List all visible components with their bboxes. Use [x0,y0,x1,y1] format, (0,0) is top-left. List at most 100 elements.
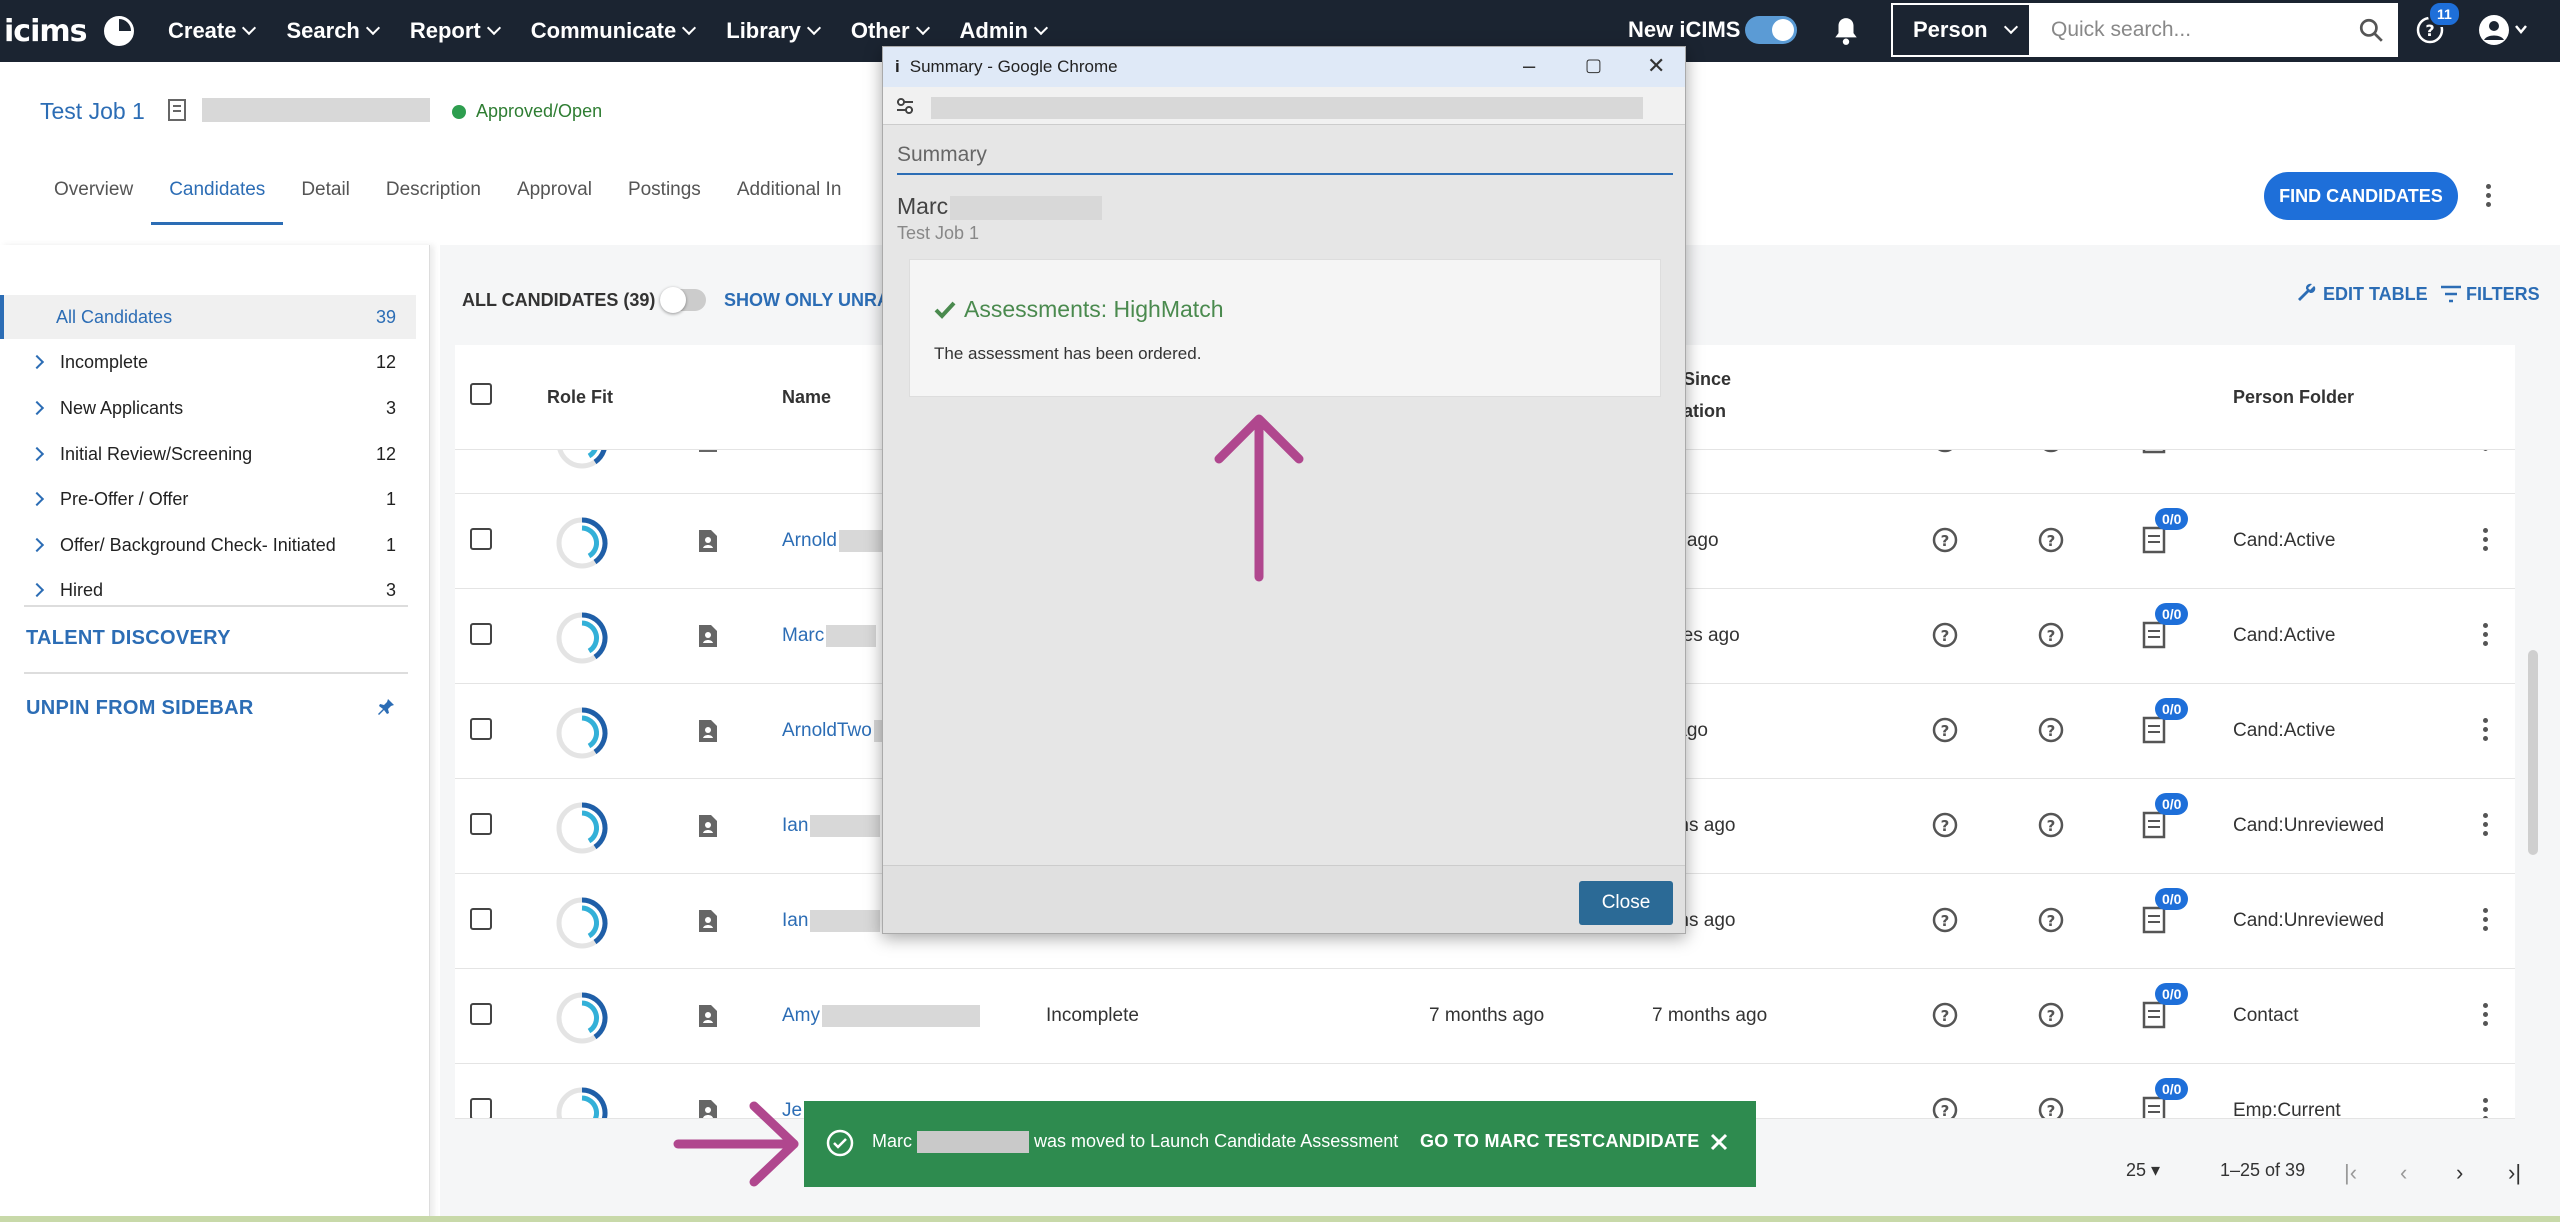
nav-communicate[interactable]: Communicate [531,18,697,44]
sidebar-item-new-applicants[interactable]: New Applicants 3 [0,386,416,430]
row-more-menu-icon[interactable] [2483,1003,2488,1026]
help-circle-icon[interactable]: ? [2037,526,2067,562]
sidebar-item-pre-offer[interactable]: Pre-Offer / Offer 1 [0,477,416,521]
help-circle-icon[interactable]: ? [2037,716,2067,752]
show-only-unread-toggle[interactable] [660,287,706,313]
popup-close-button[interactable]: Close [1579,881,1673,925]
row-checkbox[interactable] [470,813,492,835]
resume-icon[interactable] [697,450,719,454]
quick-search-input[interactable]: Quick search... [2031,3,2398,57]
wrench-icon[interactable] [2294,280,2318,304]
sidebar-item-offer-background[interactable]: Offer/ Background Check- Initiated 1 [0,523,416,567]
row-checkbox[interactable] [470,1003,492,1025]
row-checkbox[interactable] [470,908,492,930]
tab-overview[interactable]: Overview [36,165,151,225]
candidate-name-link[interactable]: Ian [782,910,881,932]
user-avatar-icon[interactable] [2478,14,2528,46]
tab-description[interactable]: Description [368,165,499,225]
screening-question-icon[interactable]: ? [1931,1096,1961,1118]
resume-icon[interactable] [697,623,719,649]
popup-titlebar[interactable]: i Summary - Google Chrome – ▢ ✕ [883,47,1685,87]
unpin-sidebar-link[interactable]: UNPIN FROM SIDEBAR [26,697,254,720]
column-role-fit[interactable]: Role Fit [547,387,613,408]
resume-icon[interactable] [697,1003,719,1029]
show-only-unread-label[interactable]: SHOW ONLY UNRA [724,290,890,311]
go-to-candidate-link[interactable]: GO TO MARC TESTCANDIDATE [1420,1131,1700,1152]
screening-question-icon[interactable]: ? [1931,1001,1961,1037]
row-checkbox[interactable] [470,528,492,550]
resume-icon[interactable] [697,718,719,744]
icims-logo[interactable]: icims [0,14,104,49]
column-person-folder[interactable]: Person Folder [2233,387,2354,408]
row-checkbox[interactable] [470,623,492,645]
screening-question-icon[interactable]: ? [1931,526,1961,562]
evaluation-list-icon[interactable] [2141,450,2167,454]
candidate-name-link[interactable]: Amy [782,1005,980,1027]
help-circle-icon[interactable]: ? [2037,1001,2067,1037]
screening-question-icon[interactable]: ? [1931,716,1961,752]
nav-report[interactable]: Report [410,18,501,44]
table-row[interactable]: Amy Incomplete 7 months ago 7 months ago… [455,969,2515,1064]
screening-question-icon[interactable]: ? [1931,621,1961,657]
nav-search[interactable]: Search [286,18,380,44]
close-toast-icon[interactable] [1704,1127,1734,1157]
new-icims-toggle[interactable] [1745,16,1797,44]
row-checkbox[interactable] [470,1098,492,1118]
job-document-icon[interactable] [166,98,190,124]
help-circle-icon[interactable]: ? [2037,906,2067,942]
screening-question-icon[interactable]: ? [1931,906,1961,942]
select-all-checkbox[interactable] [470,383,492,405]
help-circle-icon[interactable]: ? [2037,450,2067,462]
tab-approval[interactable]: Approval [499,165,610,225]
screening-question-icon[interactable]: ? [1931,811,1961,847]
talent-discovery-link[interactable]: TALENT DISCOVERY [26,627,231,650]
job-title[interactable]: Test Job 1 [40,98,145,125]
sidebar-item-incomplete[interactable]: Incomplete 12 [0,340,416,384]
row-more-menu-icon[interactable] [2483,908,2488,931]
resume-icon[interactable] [697,813,719,839]
tab-additional-info[interactable]: Additional In [719,165,860,225]
close-window-icon[interactable]: ✕ [1647,53,1665,79]
per-page-select[interactable]: 25 ▾ [2126,1160,2160,1181]
help-circle-icon[interactable]: ? [2037,621,2067,657]
nav-admin[interactable]: Admin [960,18,1049,44]
row-checkbox[interactable] [470,718,492,740]
screening-question-icon[interactable]: ? [1931,450,1961,462]
nav-other[interactable]: Other [851,18,930,44]
row-more-menu-icon[interactable] [2483,528,2488,551]
bell-icon[interactable] [1833,16,1859,46]
prev-page-icon[interactable]: ‹ [2400,1160,2407,1186]
tab-candidates[interactable]: Candidates [151,165,284,225]
column-name[interactable]: Name [782,387,831,408]
filter-icon[interactable] [2440,284,2462,304]
row-more-menu-icon[interactable] [2483,623,2488,646]
maximize-icon[interactable]: ▢ [1585,55,1602,76]
first-page-icon[interactable]: |‹ [2344,1160,2357,1186]
candidate-name-link[interactable]: Marc [782,625,877,647]
dashboard-pie-icon[interactable] [104,16,134,46]
row-more-menu-icon[interactable] [2483,450,2488,451]
find-candidates-button[interactable]: FIND CANDIDATES [2264,172,2458,220]
minimize-icon[interactable]: – [1523,53,1535,79]
search-icon[interactable] [2358,17,2384,43]
sidebar-item-all-candidates[interactable]: All Candidates 39 [0,295,416,339]
last-page-icon[interactable]: ›| [2508,1160,2521,1186]
tab-postings[interactable]: Postings [610,165,719,225]
row-more-menu-icon[interactable] [2483,1098,2488,1118]
nav-library[interactable]: Library [726,18,821,44]
candidate-name-link[interactable]: Arnold [782,530,889,552]
resume-icon[interactable] [697,528,719,554]
help-circle-icon[interactable]: ? [2037,811,2067,847]
sidebar-item-initial-review[interactable]: Initial Review/Screening 12 [0,432,416,476]
tab-detail[interactable]: Detail [283,165,368,225]
pin-icon[interactable] [376,697,396,717]
job-more-menu-icon[interactable] [2486,184,2491,207]
next-page-icon[interactable]: › [2456,1160,2463,1186]
scrollbar-thumb[interactable] [2528,650,2538,855]
candidate-name-link[interactable]: Wendy Test [782,450,881,452]
row-more-menu-icon[interactable] [2483,718,2488,741]
site-settings-icon[interactable] [895,98,915,114]
filters-button[interactable]: FILTERS [2466,284,2540,305]
row-more-menu-icon[interactable] [2483,813,2488,836]
resume-icon[interactable] [697,908,719,934]
